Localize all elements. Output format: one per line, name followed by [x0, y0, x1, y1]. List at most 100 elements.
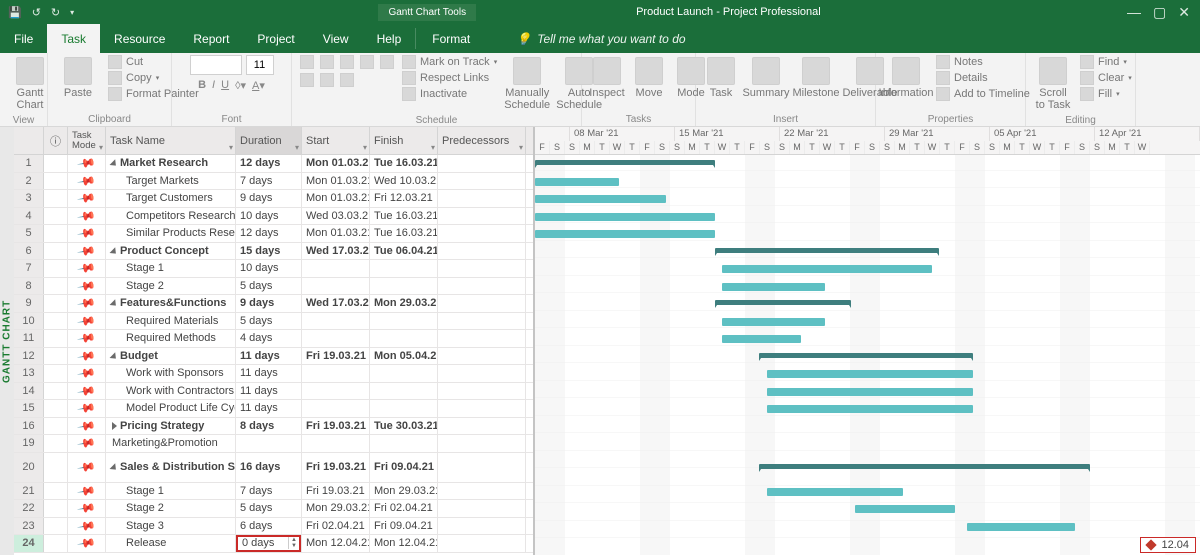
- duration-cell[interactable]: 16 days: [236, 453, 302, 482]
- table-row[interactable]: 4📌Competitors Research10 daysWed 03.03.2…: [14, 208, 533, 226]
- add-to-timeline-button[interactable]: Add to Timeline: [936, 87, 1030, 101]
- start-cell[interactable]: [302, 383, 370, 400]
- task-bar[interactable]: [722, 335, 801, 343]
- finish-cell[interactable]: [370, 383, 438, 400]
- paste-button[interactable]: Paste: [56, 55, 100, 101]
- expand-caret-icon[interactable]: [110, 160, 119, 169]
- expand-caret-icon[interactable]: [110, 463, 119, 472]
- task-name-cell[interactable]: Target Customers: [106, 190, 236, 207]
- col-task-mode[interactable]: Task Mode▾: [68, 127, 106, 154]
- finish-cell[interactable]: Fri 12.03.21: [370, 190, 438, 207]
- table-row[interactable]: 20📌Sales & Distribution Strategy16 daysF…: [14, 453, 533, 483]
- finish-cell[interactable]: Mon 05.04.21: [370, 348, 438, 365]
- duration-cell[interactable]: 6 days: [236, 518, 302, 535]
- table-row[interactable]: 9📌Features&Functions9 daysWed 17.03.21Mo…: [14, 295, 533, 313]
- indent-right-icon[interactable]: [320, 55, 334, 69]
- duration-cell[interactable]: 5 days: [236, 500, 302, 517]
- start-cell[interactable]: Wed 03.03.21: [302, 208, 370, 225]
- tell-me-input[interactable]: Tell me what you want to do: [537, 32, 685, 46]
- start-cell[interactable]: Fri 19.03.21: [302, 453, 370, 482]
- tab-project[interactable]: Project: [243, 24, 308, 53]
- col-start[interactable]: Start▾: [302, 127, 370, 154]
- table-row[interactable]: 11📌Required Methods4 days: [14, 330, 533, 348]
- row-number[interactable]: 8: [14, 278, 44, 295]
- row-number[interactable]: 23: [14, 518, 44, 535]
- row-number[interactable]: 15: [14, 400, 44, 417]
- fill-button[interactable]: Fill▾: [1080, 87, 1132, 101]
- duration-cell[interactable]: 12 days: [236, 225, 302, 242]
- task-bar[interactable]: [767, 405, 973, 413]
- task-name-cell[interactable]: Marketing&Promotion: [106, 435, 236, 452]
- row-number[interactable]: 22: [14, 500, 44, 517]
- task-name-cell[interactable]: Work with Sponsors: [106, 365, 236, 382]
- tab-format[interactable]: Format: [416, 24, 486, 53]
- pred-cell[interactable]: [438, 225, 526, 242]
- start-cell[interactable]: Fri 19.03.21: [302, 348, 370, 365]
- task-name-cell[interactable]: Stage 1: [106, 483, 236, 500]
- gantt-chart-sidebar[interactable]: GANTT CHART: [0, 127, 14, 555]
- finish-cell[interactable]: Fri 09.04.21: [370, 453, 438, 482]
- indent-left-icon[interactable]: [300, 55, 314, 69]
- task-bar[interactable]: [767, 388, 973, 396]
- task-name-cell[interactable]: Stage 2: [106, 500, 236, 517]
- pct-25-icon[interactable]: [340, 55, 354, 69]
- summary-bar[interactable]: [759, 464, 1090, 469]
- duration-cell[interactable]: 15 days: [236, 243, 302, 260]
- table-row[interactable]: 15📌Model Product Life Cycle11 days: [14, 400, 533, 418]
- task-bar[interactable]: [767, 370, 973, 378]
- finish-cell[interactable]: Mon 29.03.21: [370, 483, 438, 500]
- respect-links-button[interactable]: Respect Links: [402, 71, 497, 85]
- pred-cell[interactable]: [438, 365, 526, 382]
- find-button[interactable]: Find▾: [1080, 55, 1132, 69]
- start-cell[interactable]: Fri 02.04.21: [302, 518, 370, 535]
- task-bar[interactable]: [535, 213, 715, 221]
- close-icon[interactable]: ✕: [1178, 4, 1190, 21]
- duration-editor[interactable]: 0 days▲▼: [236, 535, 301, 552]
- duration-cell[interactable]: 11 days: [236, 365, 302, 382]
- font-color-button[interactable]: A▾: [252, 79, 265, 92]
- table-row[interactable]: 6📌Product Concept15 daysWed 17.03.21Tue …: [14, 243, 533, 261]
- duration-cell[interactable]: 7 days: [236, 483, 302, 500]
- summary-bar[interactable]: [715, 248, 939, 253]
- row-number[interactable]: 6: [14, 243, 44, 260]
- start-cell[interactable]: Wed 17.03.21: [302, 295, 370, 312]
- task-name-cell[interactable]: Required Materials: [106, 313, 236, 330]
- expand-caret-icon[interactable]: [110, 352, 119, 361]
- task-name-cell[interactable]: Features&Functions: [106, 295, 236, 312]
- finish-cell[interactable]: [370, 365, 438, 382]
- duration-cell[interactable]: 7 days: [236, 173, 302, 190]
- pred-cell[interactable]: [438, 295, 526, 312]
- link-tasks-icon[interactable]: [300, 73, 314, 87]
- row-number[interactable]: 21: [14, 483, 44, 500]
- table-row[interactable]: 23📌Stage 36 daysFri 02.04.21Fri 09.04.21: [14, 518, 533, 536]
- tab-report[interactable]: Report: [179, 24, 243, 53]
- table-row[interactable]: 2📌Target Markets7 daysMon 01.03.21Wed 10…: [14, 173, 533, 191]
- start-cell[interactable]: [302, 260, 370, 277]
- start-cell[interactable]: [302, 400, 370, 417]
- table-row[interactable]: 1📌Market Research12 daysMon 01.03.21Tue …: [14, 155, 533, 173]
- table-row[interactable]: 14📌Work with Contractors11 days: [14, 383, 533, 401]
- expand-caret-icon[interactable]: [110, 247, 119, 256]
- qat-dropdown-icon[interactable]: ▾: [70, 8, 74, 17]
- duration-cell[interactable]: 8 days: [236, 418, 302, 435]
- finish-cell[interactable]: Wed 10.03.21: [370, 173, 438, 190]
- pct-50-icon[interactable]: [360, 55, 374, 69]
- finish-cell[interactable]: Tue 06.04.21: [370, 243, 438, 260]
- row-number[interactable]: 4: [14, 208, 44, 225]
- start-cell[interactable]: Mon 12.04.21: [302, 535, 370, 552]
- summary-bar[interactable]: [715, 300, 851, 305]
- pred-cell[interactable]: [438, 208, 526, 225]
- finish-cell[interactable]: Tue 16.03.21: [370, 225, 438, 242]
- finish-cell[interactable]: Tue 16.03.21: [370, 155, 438, 172]
- task-bar[interactable]: [855, 505, 955, 513]
- task-bar[interactable]: [722, 318, 825, 326]
- restore-icon[interactable]: ▢: [1153, 4, 1166, 21]
- duration-cell[interactable]: [236, 435, 302, 452]
- col-predecessors[interactable]: Predecessors▾: [438, 127, 526, 154]
- task-name-cell[interactable]: Work with Contractors: [106, 383, 236, 400]
- task-name-cell[interactable]: Stage 2: [106, 278, 236, 295]
- pred-cell[interactable]: [438, 500, 526, 517]
- duration-cell[interactable]: 11 days: [236, 348, 302, 365]
- start-cell[interactable]: Fri 19.03.21: [302, 483, 370, 500]
- table-row[interactable]: 8📌Stage 25 days: [14, 278, 533, 296]
